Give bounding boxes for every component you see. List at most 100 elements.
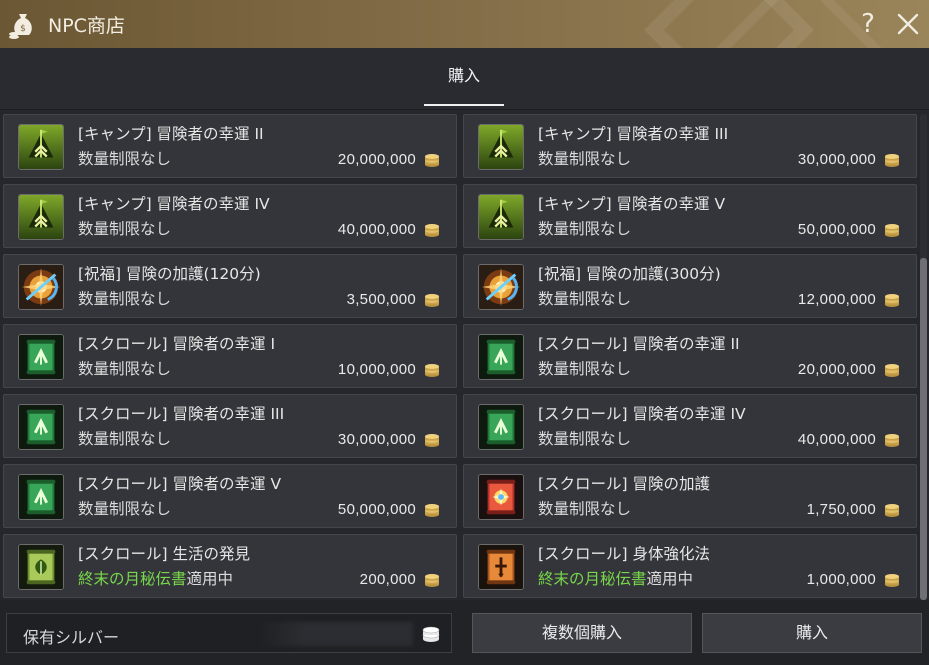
coin-icon — [424, 292, 440, 308]
item-name: [スクロール] 冒険者の幸運 II — [538, 335, 740, 353]
item-name: [キャンプ] 冒険者の幸運 V — [538, 195, 726, 213]
item-name: [キャンプ] 冒険者の幸運 IV — [78, 195, 270, 213]
item-price: 20,000,000 — [797, 361, 876, 378]
item-limit: 数量制限なし — [538, 220, 632, 238]
item-name: [キャンプ] 冒険者の幸運 II — [78, 125, 264, 143]
coin-icon — [424, 152, 440, 168]
coin-icon — [884, 222, 900, 238]
item-limit: 数量制限なし — [538, 150, 632, 168]
item-name: [祝福] 冒険の加護(300分) — [538, 265, 721, 283]
multi-buy-button[interactable]: 複数個購入 — [472, 613, 692, 653]
coin-icon — [884, 502, 900, 518]
item-limit: 数量制限なし — [78, 290, 172, 308]
item-price: 1,000,000 — [806, 571, 876, 588]
tab-active-indicator — [424, 104, 504, 106]
coin-icon — [424, 362, 440, 378]
coin-icon — [424, 432, 440, 448]
item-limit: 終末の月秘伝書適用中 — [538, 567, 693, 589]
item-price: 40,000,000 — [337, 221, 416, 238]
shop-item-card[interactable]: [キャンプ] 冒険者の幸運 III 数量制限なし 30,000,000 — [463, 114, 917, 178]
item-limit: 数量制限なし — [78, 220, 172, 238]
item-price: 30,000,000 — [797, 151, 876, 168]
item-limit: 数量制限なし — [78, 360, 172, 378]
shop-item-card[interactable]: [キャンプ] 冒険者の幸運 V 数量制限なし 50,000,000 — [463, 184, 917, 248]
coin-icon — [884, 292, 900, 308]
item-name: [キャンプ] 冒険者の幸運 III — [538, 125, 729, 143]
shop-item-card[interactable]: [キャンプ] 冒険者の幸運 IV 数量制限なし 40,000,000 — [3, 184, 457, 248]
coin-icon — [884, 432, 900, 448]
item-price: 50,000,000 — [337, 501, 416, 518]
item-limit: 数量制限なし — [78, 150, 172, 168]
coin-icon — [884, 362, 900, 378]
camp-tent-icon — [478, 194, 524, 240]
item-limit: 数量制限なし — [538, 290, 632, 308]
blessing-burst-icon — [478, 264, 524, 310]
shop-item-card[interactable]: [スクロール] 冒険者の幸運 III 数量制限なし 30,000,000 — [3, 394, 457, 458]
window-title: NPC商店 — [48, 15, 125, 37]
tab-buy[interactable]: 購入 — [424, 48, 504, 106]
shop-item-card[interactable]: [スクロール] 冒険者の幸運 I 数量制限なし 10,000,000 — [3, 324, 457, 388]
npc-shop-window: $ NPC商店 ? 購入 [キャンプ] 冒険者の幸運 II 数量制限なし 20,00… — [0, 0, 929, 665]
shop-item-card[interactable]: [スクロール] 冒険者の幸運 II 数量制限なし 20,000,000 — [463, 324, 917, 388]
shop-item-card[interactable]: [スクロール] 冒険者の幸運 V 数量制限なし 50,000,000 — [3, 464, 457, 528]
red-scroll-icon — [478, 474, 524, 520]
applied-book-name: 終末の月秘伝書 — [538, 570, 647, 588]
item-limit: 数量制限なし — [78, 430, 172, 448]
green-scroll-icon — [18, 404, 64, 450]
item-list: [キャンプ] 冒険者の幸運 II 数量制限なし 20,000,000 [キャンプ] 冒… — [3, 114, 917, 600]
shop-item-card[interactable]: [スクロール] 冒険の加護 数量制限なし 1,750,000 — [463, 464, 917, 528]
shop-item-card[interactable]: [祝福] 冒険の加護(300分) 数量制限なし 12,000,000 — [463, 254, 917, 318]
applied-status: 適用中 — [646, 570, 694, 588]
buy-button[interactable]: 購入 — [702, 613, 922, 653]
svg-text:$: $ — [20, 24, 26, 34]
tab-bar: 購入 — [0, 48, 929, 110]
silver-balance-box: 保有シルバー — [6, 613, 452, 653]
silver-label: 保有シルバー — [23, 628, 120, 647]
close-icon[interactable] — [892, 8, 924, 40]
silver-amount-redacted — [257, 622, 413, 646]
applied-book-name: 終末の月秘伝書 — [78, 570, 187, 588]
shop-item-card[interactable]: [祝福] 冒険の加護(120分) 数量制限なし 3,500,000 — [3, 254, 457, 318]
item-name: [スクロール] 身体強化法 — [538, 545, 711, 563]
item-limit: 数量制限なし — [538, 430, 632, 448]
item-name: [祝福] 冒険の加護(120分) — [78, 265, 261, 283]
camp-tent-icon — [18, 194, 64, 240]
shop-item-card[interactable]: [キャンプ] 冒険者の幸運 II 数量制限なし 20,000,000 — [3, 114, 457, 178]
leaf-scroll-icon — [18, 544, 64, 590]
green-scroll-icon — [18, 334, 64, 380]
help-button[interactable]: ? — [856, 8, 880, 40]
applied-status: 適用中 — [186, 570, 234, 588]
shop-item-card[interactable]: [スクロール] 生活の発見 終末の月秘伝書適用中 200,000 — [3, 534, 457, 598]
item-name: [スクロール] 生活の発見 — [78, 545, 251, 563]
camp-tent-icon — [478, 124, 524, 170]
item-limit: 数量制限なし — [538, 500, 632, 518]
orange-scroll-icon — [478, 544, 524, 590]
item-price: 20,000,000 — [337, 151, 416, 168]
item-price: 1,750,000 — [806, 501, 876, 518]
coin-icon — [424, 502, 440, 518]
green-scroll-icon — [478, 404, 524, 450]
item-price: 3,500,000 — [346, 291, 416, 308]
coin-icon — [884, 152, 900, 168]
footer-bar: 保有シルバー 複数個購入 購入 — [0, 600, 929, 665]
item-price: 50,000,000 — [797, 221, 876, 238]
green-scroll-icon — [18, 474, 64, 520]
coin-icon — [884, 572, 900, 588]
coin-icon — [424, 572, 440, 588]
camp-tent-icon — [18, 124, 64, 170]
item-name: [スクロール] 冒険者の幸運 III — [78, 405, 285, 423]
shop-item-card[interactable]: [スクロール] 身体強化法 終末の月秘伝書適用中 1,000,000 — [463, 534, 917, 598]
scrollbar-thumb[interactable] — [920, 258, 927, 600]
item-limit: 数量制限なし — [78, 500, 172, 518]
item-price: 10,000,000 — [337, 361, 416, 378]
item-price: 40,000,000 — [797, 431, 876, 448]
item-name: [スクロール] 冒険者の幸運 I — [78, 335, 276, 353]
item-price: 12,000,000 — [797, 291, 876, 308]
item-name: [スクロール] 冒険者の幸運 IV — [538, 405, 746, 423]
item-price: 30,000,000 — [337, 431, 416, 448]
green-scroll-icon — [478, 334, 524, 380]
shop-item-card[interactable]: [スクロール] 冒険者の幸運 IV 数量制限なし 40,000,000 — [463, 394, 917, 458]
item-limit: 数量制限なし — [538, 360, 632, 378]
item-name: [スクロール] 冒険者の幸運 V — [78, 475, 282, 493]
item-name: [スクロール] 冒険の加護 — [538, 475, 711, 493]
